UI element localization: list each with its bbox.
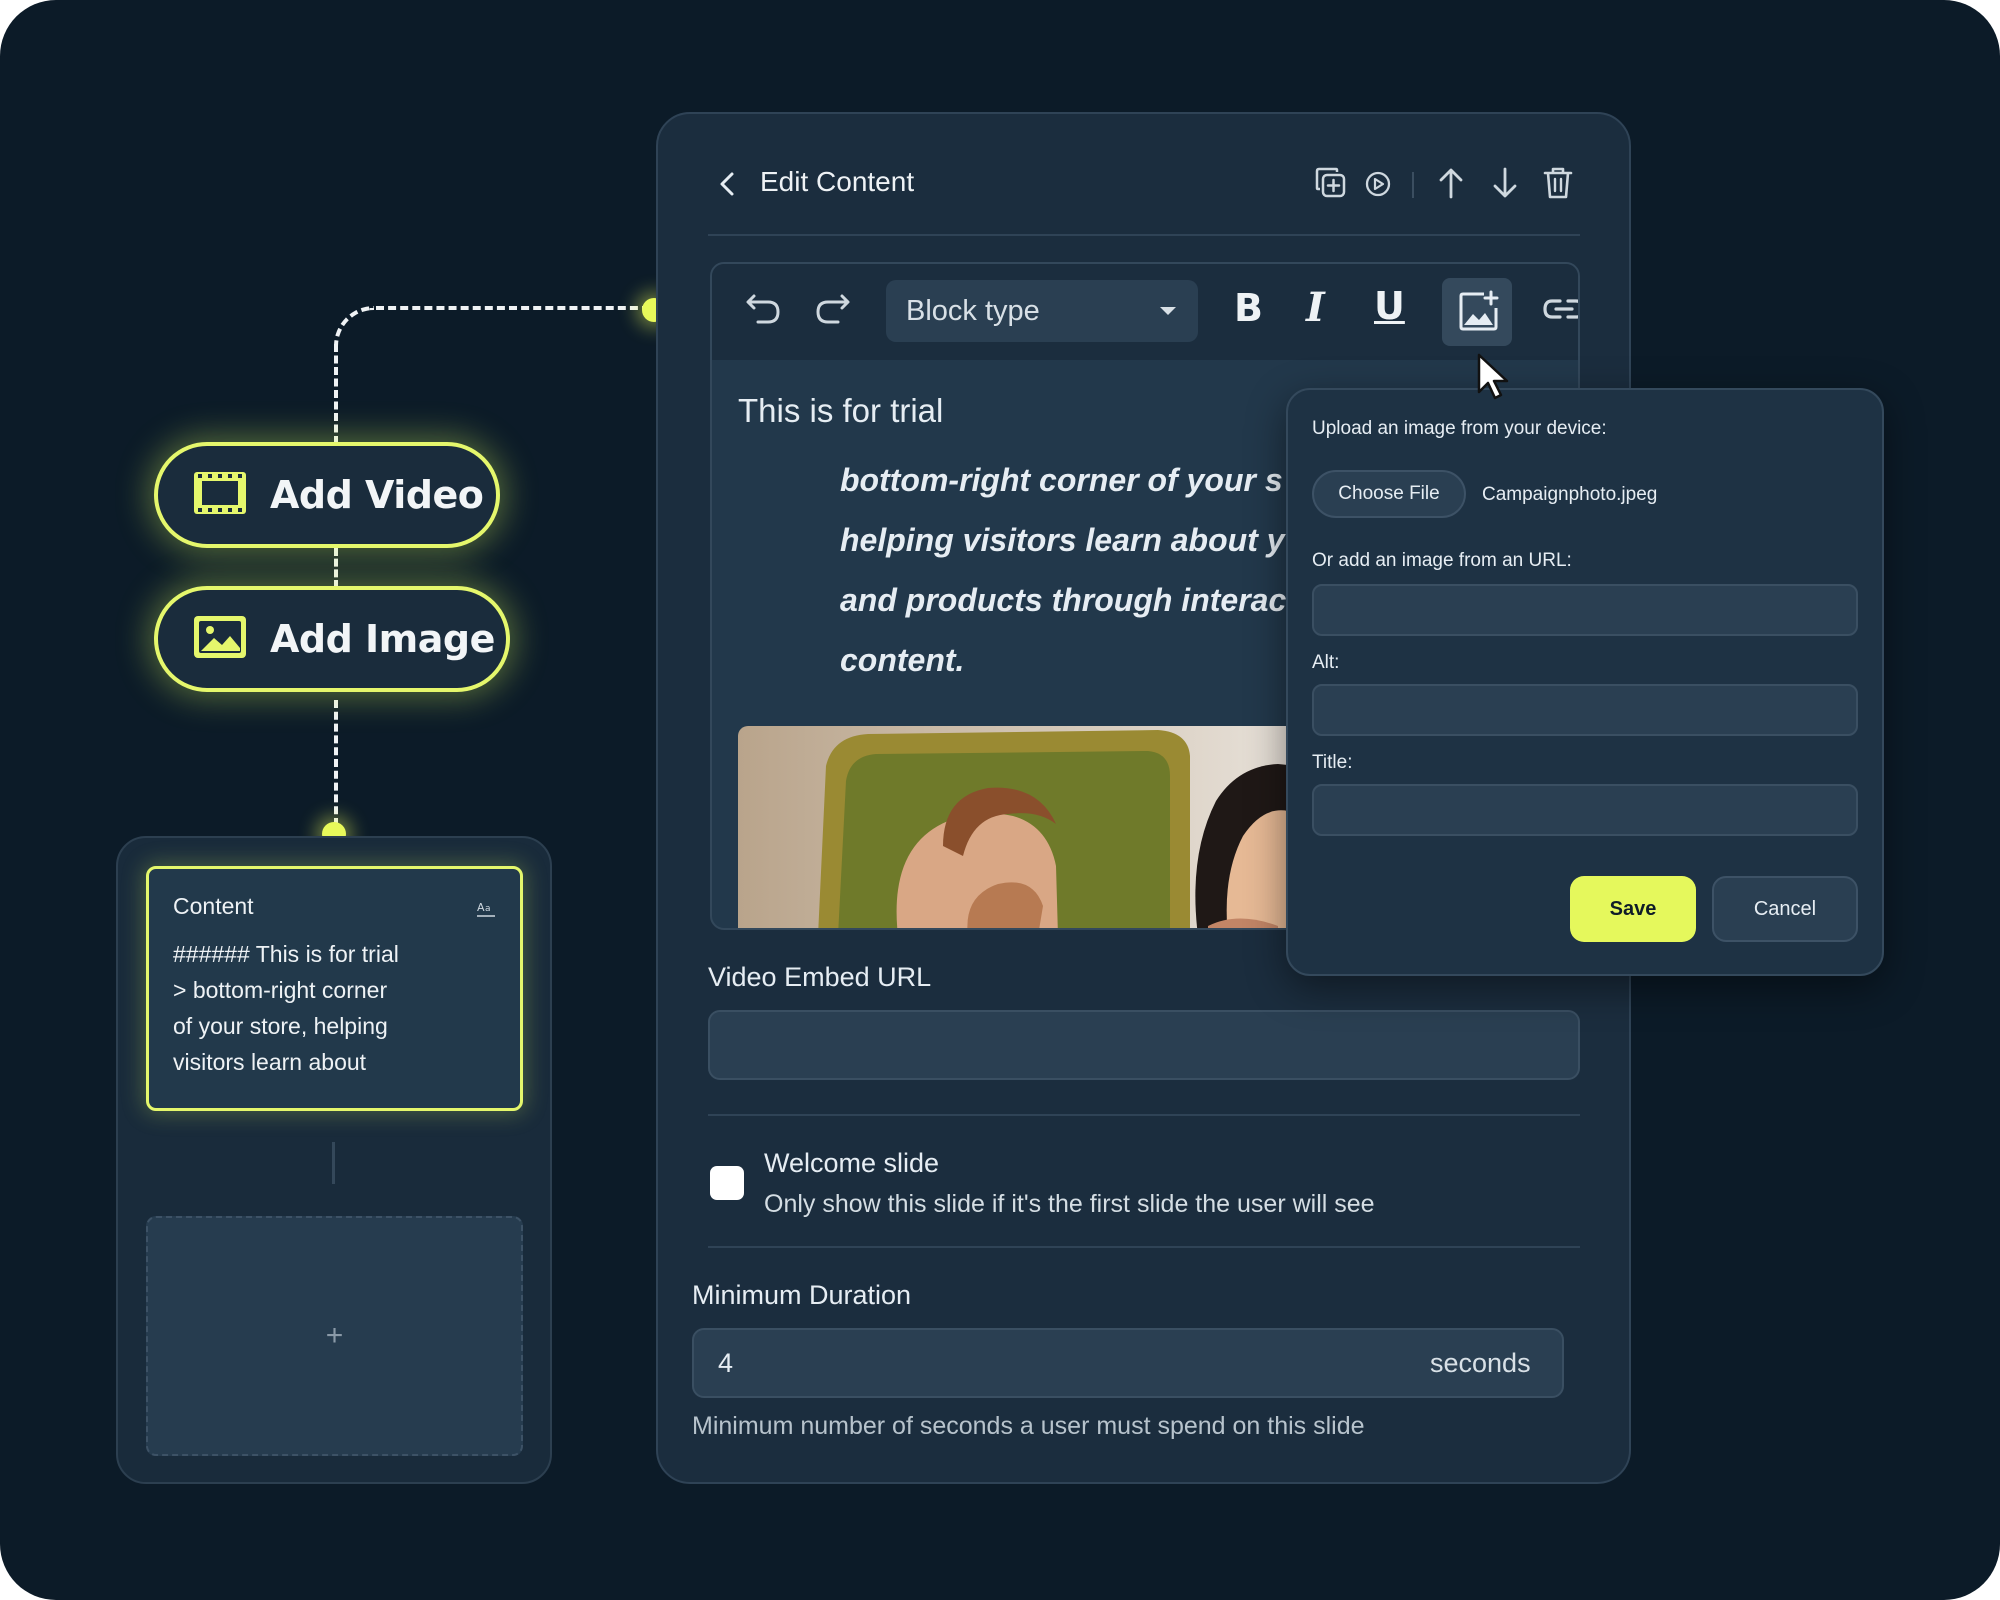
content-card-body: ###### This is for trial > bottom-right … xyxy=(173,941,399,1075)
section-divider xyxy=(708,1246,1580,1248)
chevron-down-icon xyxy=(1160,307,1176,315)
video-embed-label: Video Embed URL xyxy=(708,962,932,992)
film-icon xyxy=(194,471,246,519)
add-video-button[interactable]: Add Video xyxy=(154,442,500,548)
bold-button[interactable]: B xyxy=(1234,286,1263,330)
image-icon xyxy=(194,615,246,663)
video-embed-input[interactable] xyxy=(708,1010,1580,1080)
document-quote: bottom-right corner of your s helping vi… xyxy=(840,462,1287,678)
minimum-duration-label: Minimum Duration xyxy=(692,1280,912,1310)
back-chevron-icon[interactable] xyxy=(714,168,742,205)
underline-button[interactable]: U xyxy=(1374,284,1405,328)
image-add-icon[interactable] xyxy=(1458,290,1500,337)
redo-icon[interactable] xyxy=(812,288,852,333)
welcome-slide-title: Welcome slide xyxy=(764,1148,940,1178)
svg-text:a: a xyxy=(485,904,491,914)
editor-toolbar: Block type B I U xyxy=(712,264,1578,360)
add-block-slot[interactable]: + xyxy=(146,1216,523,1456)
connector-corner xyxy=(334,306,374,346)
alt-label: Alt: xyxy=(1312,652,1340,673)
add-image-label: Add Image xyxy=(270,617,495,661)
selected-file-name: Campaignphoto.jpeg xyxy=(1482,484,1658,505)
section-divider xyxy=(708,1114,1580,1116)
arrow-down-icon[interactable] xyxy=(1490,166,1520,205)
connector-line xyxy=(334,344,338,444)
content-card-title: Content xyxy=(173,893,254,919)
add-video-label: Add Video xyxy=(270,473,484,517)
connector-line xyxy=(334,700,338,826)
arrow-up-icon[interactable] xyxy=(1436,166,1466,205)
mouse-pointer-icon xyxy=(1476,352,1512,407)
trash-icon[interactable] xyxy=(1542,166,1574,205)
block-type-select[interactable]: Block type xyxy=(886,280,1198,342)
inserted-photo xyxy=(738,726,1298,928)
header-divider-line xyxy=(708,234,1580,236)
minimum-duration-help: Minimum number of seconds a user must sp… xyxy=(692,1412,1365,1440)
text-format-icon: A a xyxy=(476,899,496,924)
svg-text:A: A xyxy=(477,901,485,914)
alt-input[interactable] xyxy=(1312,684,1858,736)
upload-device-label: Upload an image from your device: xyxy=(1312,418,1607,439)
welcome-slide-checkbox[interactable] xyxy=(710,1166,744,1200)
undo-icon[interactable] xyxy=(744,288,784,333)
card-connector xyxy=(332,1142,335,1184)
link-icon[interactable] xyxy=(1542,294,1578,329)
welcome-slide-description: Only show this slide if it's the first s… xyxy=(764,1190,1375,1218)
url-label: Or add an image from an URL: xyxy=(1312,550,1572,571)
duration-unit: seconds xyxy=(1430,1348,1531,1378)
play-icon[interactable] xyxy=(1364,170,1392,203)
header-divider xyxy=(1412,172,1414,198)
cancel-button[interactable]: Cancel xyxy=(1712,876,1858,942)
image-url-input[interactable] xyxy=(1312,584,1858,636)
title-input[interactable] xyxy=(1312,784,1858,836)
add-image-button[interactable]: Add Image xyxy=(154,586,510,692)
connector-line xyxy=(334,548,338,588)
duplicate-icon[interactable] xyxy=(1314,166,1348,205)
page-title: Edit Content xyxy=(760,166,915,197)
canvas-background: Add Video Add Image Content A a ###### T… xyxy=(0,0,2000,1600)
content-block-card[interactable]: Content A a ###### This is for trial > b… xyxy=(146,866,523,1111)
italic-button[interactable]: I xyxy=(1306,284,1325,331)
connector-line xyxy=(376,306,650,310)
block-type-label: Block type xyxy=(906,294,1040,327)
document-heading: This is for trial xyxy=(738,392,944,429)
choose-file-button[interactable]: Choose File xyxy=(1312,470,1466,518)
title-label: Title: xyxy=(1312,752,1353,773)
save-button[interactable]: Save xyxy=(1570,876,1696,942)
